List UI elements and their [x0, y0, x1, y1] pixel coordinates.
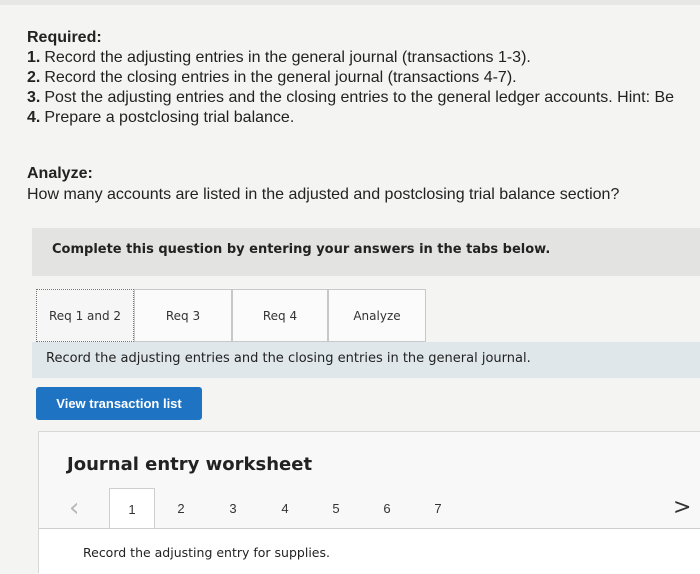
worksheet-title: Journal entry worksheet: [67, 454, 313, 475]
required-item-3: 3. Post the adjusting entries and the clo…: [27, 89, 675, 106]
tab-req-4[interactable]: Req 4: [232, 289, 328, 342]
page-3[interactable]: 3: [211, 488, 255, 528]
top-divider: [0, 0, 700, 5]
tab-instruction-bar: Record the adjusting entries and the clo…: [32, 342, 700, 378]
page-6[interactable]: 6: [365, 488, 409, 528]
analyze-question: How many accounts are listed in the adju…: [27, 186, 620, 203]
required-title: Required:: [27, 29, 102, 46]
required-item-1: 1. Record the adjusting entries in the ge…: [27, 49, 531, 66]
page-5[interactable]: 5: [314, 488, 358, 528]
chevron-left-icon[interactable]: ‹: [69, 493, 79, 523]
chevron-right-icon[interactable]: >: [673, 495, 691, 520]
requirement-tabs: Req 1 and 2 Req 3 Req 4 Analyze: [32, 289, 700, 342]
page-7[interactable]: 7: [416, 488, 460, 528]
journal-entry-worksheet: Journal entry worksheet ‹ 1 2 3 4 5 6 7 …: [38, 431, 700, 574]
view-transaction-list-button[interactable]: View transaction list: [36, 387, 202, 420]
required-section: Required: 1. Record the adjusting entries…: [27, 27, 700, 128]
page-4[interactable]: 4: [263, 488, 307, 528]
complete-question-banner: Complete this question by entering your …: [32, 228, 700, 276]
tab-req-3[interactable]: Req 3: [134, 289, 232, 342]
tab-req-1-and-2[interactable]: Req 1 and 2: [36, 289, 134, 342]
worksheet-pager: ‹ 1 2 3 4 5 6 7 >: [39, 488, 700, 529]
complete-question-text: Complete this question by entering your …: [52, 242, 551, 257]
tab-instruction-text: Record the adjusting entries and the clo…: [46, 351, 531, 366]
required-item-4: 4. Prepare a postclosing trial balance.: [27, 109, 295, 126]
tab-analyze[interactable]: Analyze: [328, 289, 426, 342]
analyze-section: Analyze: How many accounts are listed in…: [27, 163, 700, 205]
page-1[interactable]: 1: [109, 488, 155, 529]
required-item-2: 2. Record the closing entries in the gene…: [27, 69, 517, 86]
page-2[interactable]: 2: [159, 488, 203, 528]
entry-instruction-text: Record the adjusting entry for supplies.: [83, 545, 330, 560]
entry-instruction-panel: Record the adjusting entry for supplies.: [39, 528, 700, 574]
analyze-title: Analyze:: [27, 165, 93, 182]
